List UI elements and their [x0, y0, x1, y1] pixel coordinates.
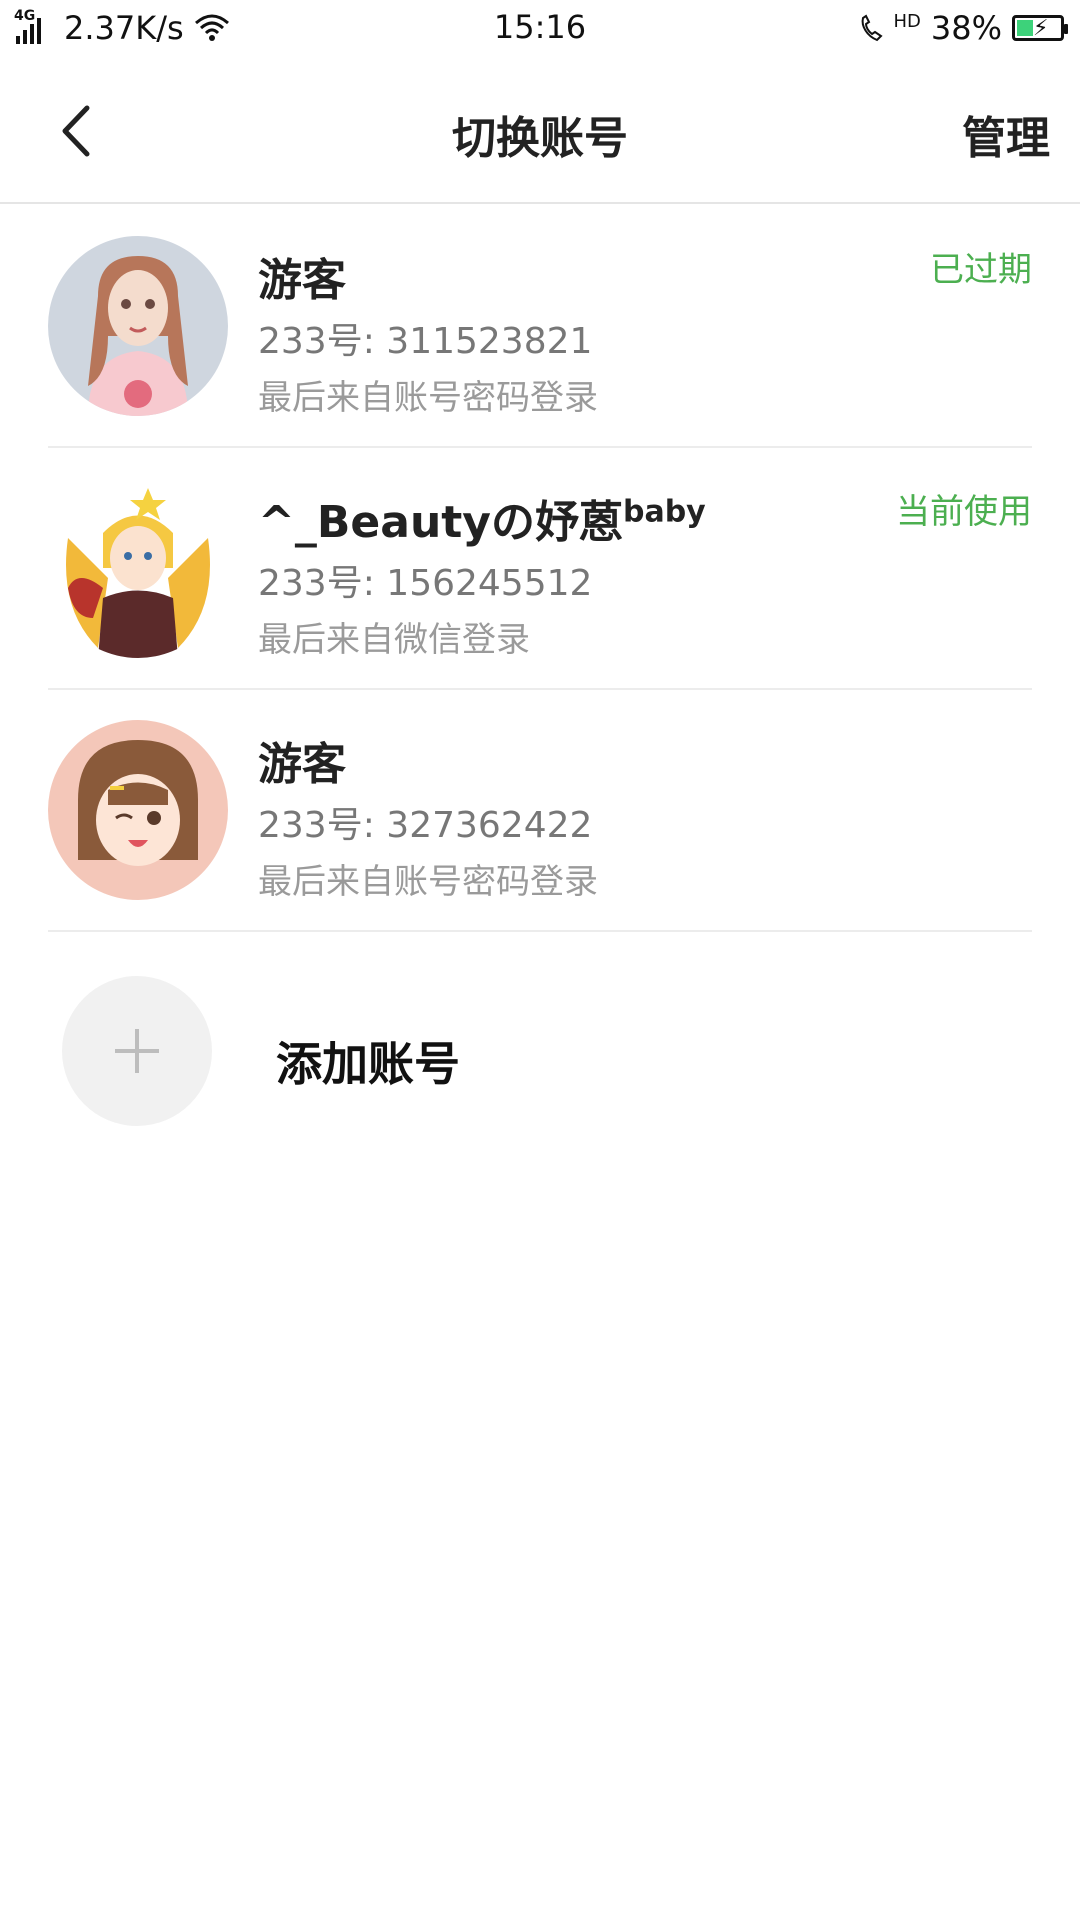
plus-icon: [115, 1029, 159, 1073]
signal-icon: 4G: [14, 8, 54, 46]
status-bar: 4G 2.37K/s 15:16 HD 38% ⚡: [0, 0, 1080, 56]
status-left: 4G 2.37K/s: [14, 8, 230, 47]
page-title: 切换账号: [452, 113, 628, 164]
avatar: [48, 478, 228, 658]
account-item-3[interactable]: 游客 233号: 327362422 最后来自账号密码登录: [48, 690, 1032, 932]
add-account-circle: [62, 976, 212, 1126]
status-right: HD 38% ⚡: [857, 9, 1068, 47]
add-account-button[interactable]: 添加账号: [62, 976, 1022, 1126]
battery-fill: [1017, 20, 1033, 36]
account-login-method: 最后来自账号密码登录: [258, 378, 598, 418]
battery-percent: 38%: [930, 9, 1002, 47]
account-name: 游客: [258, 739, 346, 790]
account-id: 233号: 327362422: [258, 805, 593, 846]
account-list: 游客 233号: 311523821 最后来自账号密码登录 已过期 ^_Beau…: [0, 206, 1080, 932]
hd-label: HD: [893, 10, 921, 32]
account-login-method: 最后来自账号密码登录: [258, 862, 598, 902]
status-badge: 当前使用: [896, 492, 1032, 532]
charging-bolt-icon: ⚡: [1033, 16, 1049, 41]
account-item-1[interactable]: 游客 233号: 311523821 最后来自账号密码登录 已过期: [48, 206, 1032, 448]
status-badge: 已过期: [930, 250, 1032, 290]
nav-bar: 切换账号 管理: [0, 56, 1080, 204]
account-item-2[interactable]: ^_Beautyの妤蒽baby 233号: 156245512 最后来自微信登录…: [48, 448, 1032, 690]
phone-hd-icon: [862, 14, 884, 42]
account-name: ^_Beautyの妤蒽baby: [258, 494, 706, 548]
account-login-method: 最后来自微信登录: [258, 620, 530, 660]
account-id: 233号: 311523821: [258, 321, 593, 362]
avatar: [48, 236, 228, 416]
network-speed: 2.37K/s: [64, 9, 184, 47]
avatar: [48, 720, 228, 900]
account-id: 233号: 156245512: [258, 563, 593, 604]
account-name: 游客: [258, 255, 346, 306]
add-account-label: 添加账号: [276, 1037, 460, 1091]
manage-button[interactable]: 管理: [962, 102, 1050, 166]
wifi-icon: [194, 14, 229, 41]
battery-icon: ⚡: [1012, 15, 1068, 41]
